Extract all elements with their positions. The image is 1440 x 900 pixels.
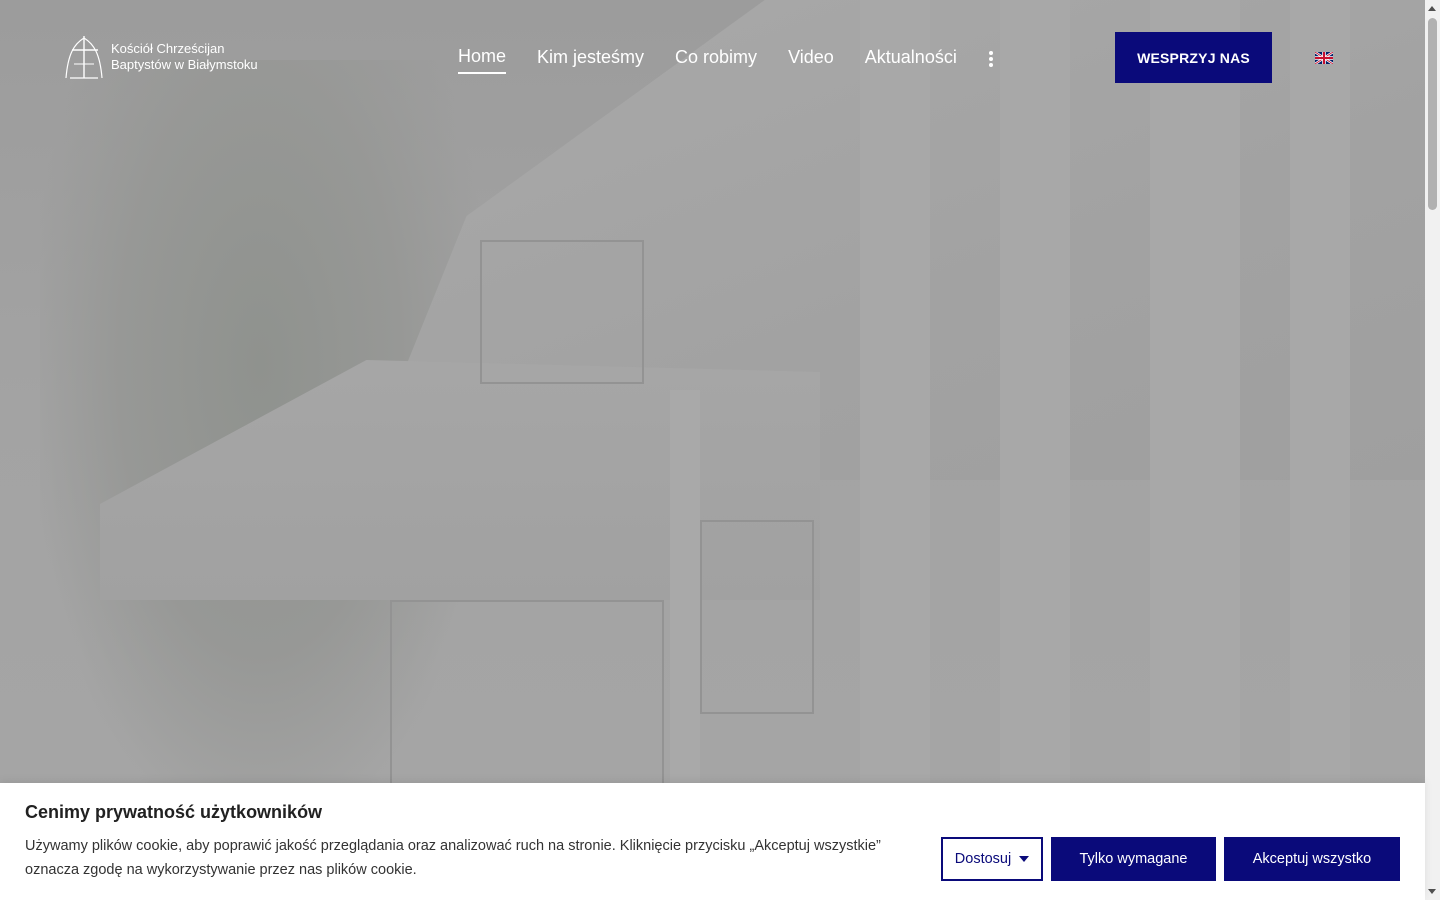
scrollbar-thumb[interactable]	[1428, 18, 1437, 210]
dot	[988, 63, 993, 67]
logo-text: Kościół Chrześcijan Baptystów w Białymst…	[111, 41, 258, 73]
church-cross-logo-icon	[65, 36, 103, 79]
caret-down-icon	[1019, 856, 1030, 862]
nav-item-home[interactable]: Home	[458, 44, 507, 74]
building-column	[860, 0, 930, 900]
dot	[988, 51, 993, 55]
nav-item-kim-jestesmy[interactable]: Kim jesteśmy	[537, 45, 644, 73]
nav-item-video[interactable]: Video	[788, 45, 834, 73]
page-scrollbar[interactable]	[1425, 0, 1440, 900]
building-window	[390, 600, 664, 794]
support-us-button[interactable]: WESPRZYJ NAS	[1115, 32, 1272, 83]
site-logo[interactable]: Kościół Chrześcijan Baptystów w Białymst…	[64, 34, 258, 80]
scroll-down-arrow-icon[interactable]	[1428, 889, 1436, 894]
building-window	[480, 240, 644, 384]
required-only-button[interactable]: Tylko wymagane	[1051, 837, 1216, 881]
logo-line-1: Kościół Chrześcijan	[111, 41, 225, 56]
building-column	[1000, 0, 1070, 900]
customize-button-label: Dostosuj	[954, 851, 1012, 867]
dot	[988, 57, 993, 61]
hero-background	[0, 0, 1425, 900]
vertical-dots-icon[interactable]	[988, 51, 994, 67]
accept-all-button[interactable]: Akceptuj wszystko	[1224, 837, 1400, 881]
cookie-banner-title: Cenimy prywatność użytkowników	[25, 802, 323, 822]
uk-flag-icon[interactable]	[1315, 52, 1333, 64]
nav-item-co-robimy[interactable]: Co robimy	[675, 45, 757, 73]
building-column	[1290, 0, 1350, 900]
building-pillar	[670, 390, 700, 800]
logo-line-2: Baptystów w Białymstoku	[111, 57, 258, 72]
cookie-banner-text: Używamy plików cookie, aby poprawić jako…	[25, 838, 881, 878]
building-column	[1150, 0, 1240, 900]
main-nav: Home Kim jesteśmy Co robimy Video Aktual…	[458, 44, 994, 74]
nav-item-aktualnosci[interactable]: Aktualności	[865, 45, 957, 73]
cookie-banner: Cenimy prywatność użytkowników Używamy p…	[0, 783, 1425, 900]
customize-button[interactable]: Dostosuj	[941, 837, 1043, 881]
scroll-up-arrow-icon[interactable]	[1428, 6, 1436, 11]
building-window	[700, 520, 814, 714]
